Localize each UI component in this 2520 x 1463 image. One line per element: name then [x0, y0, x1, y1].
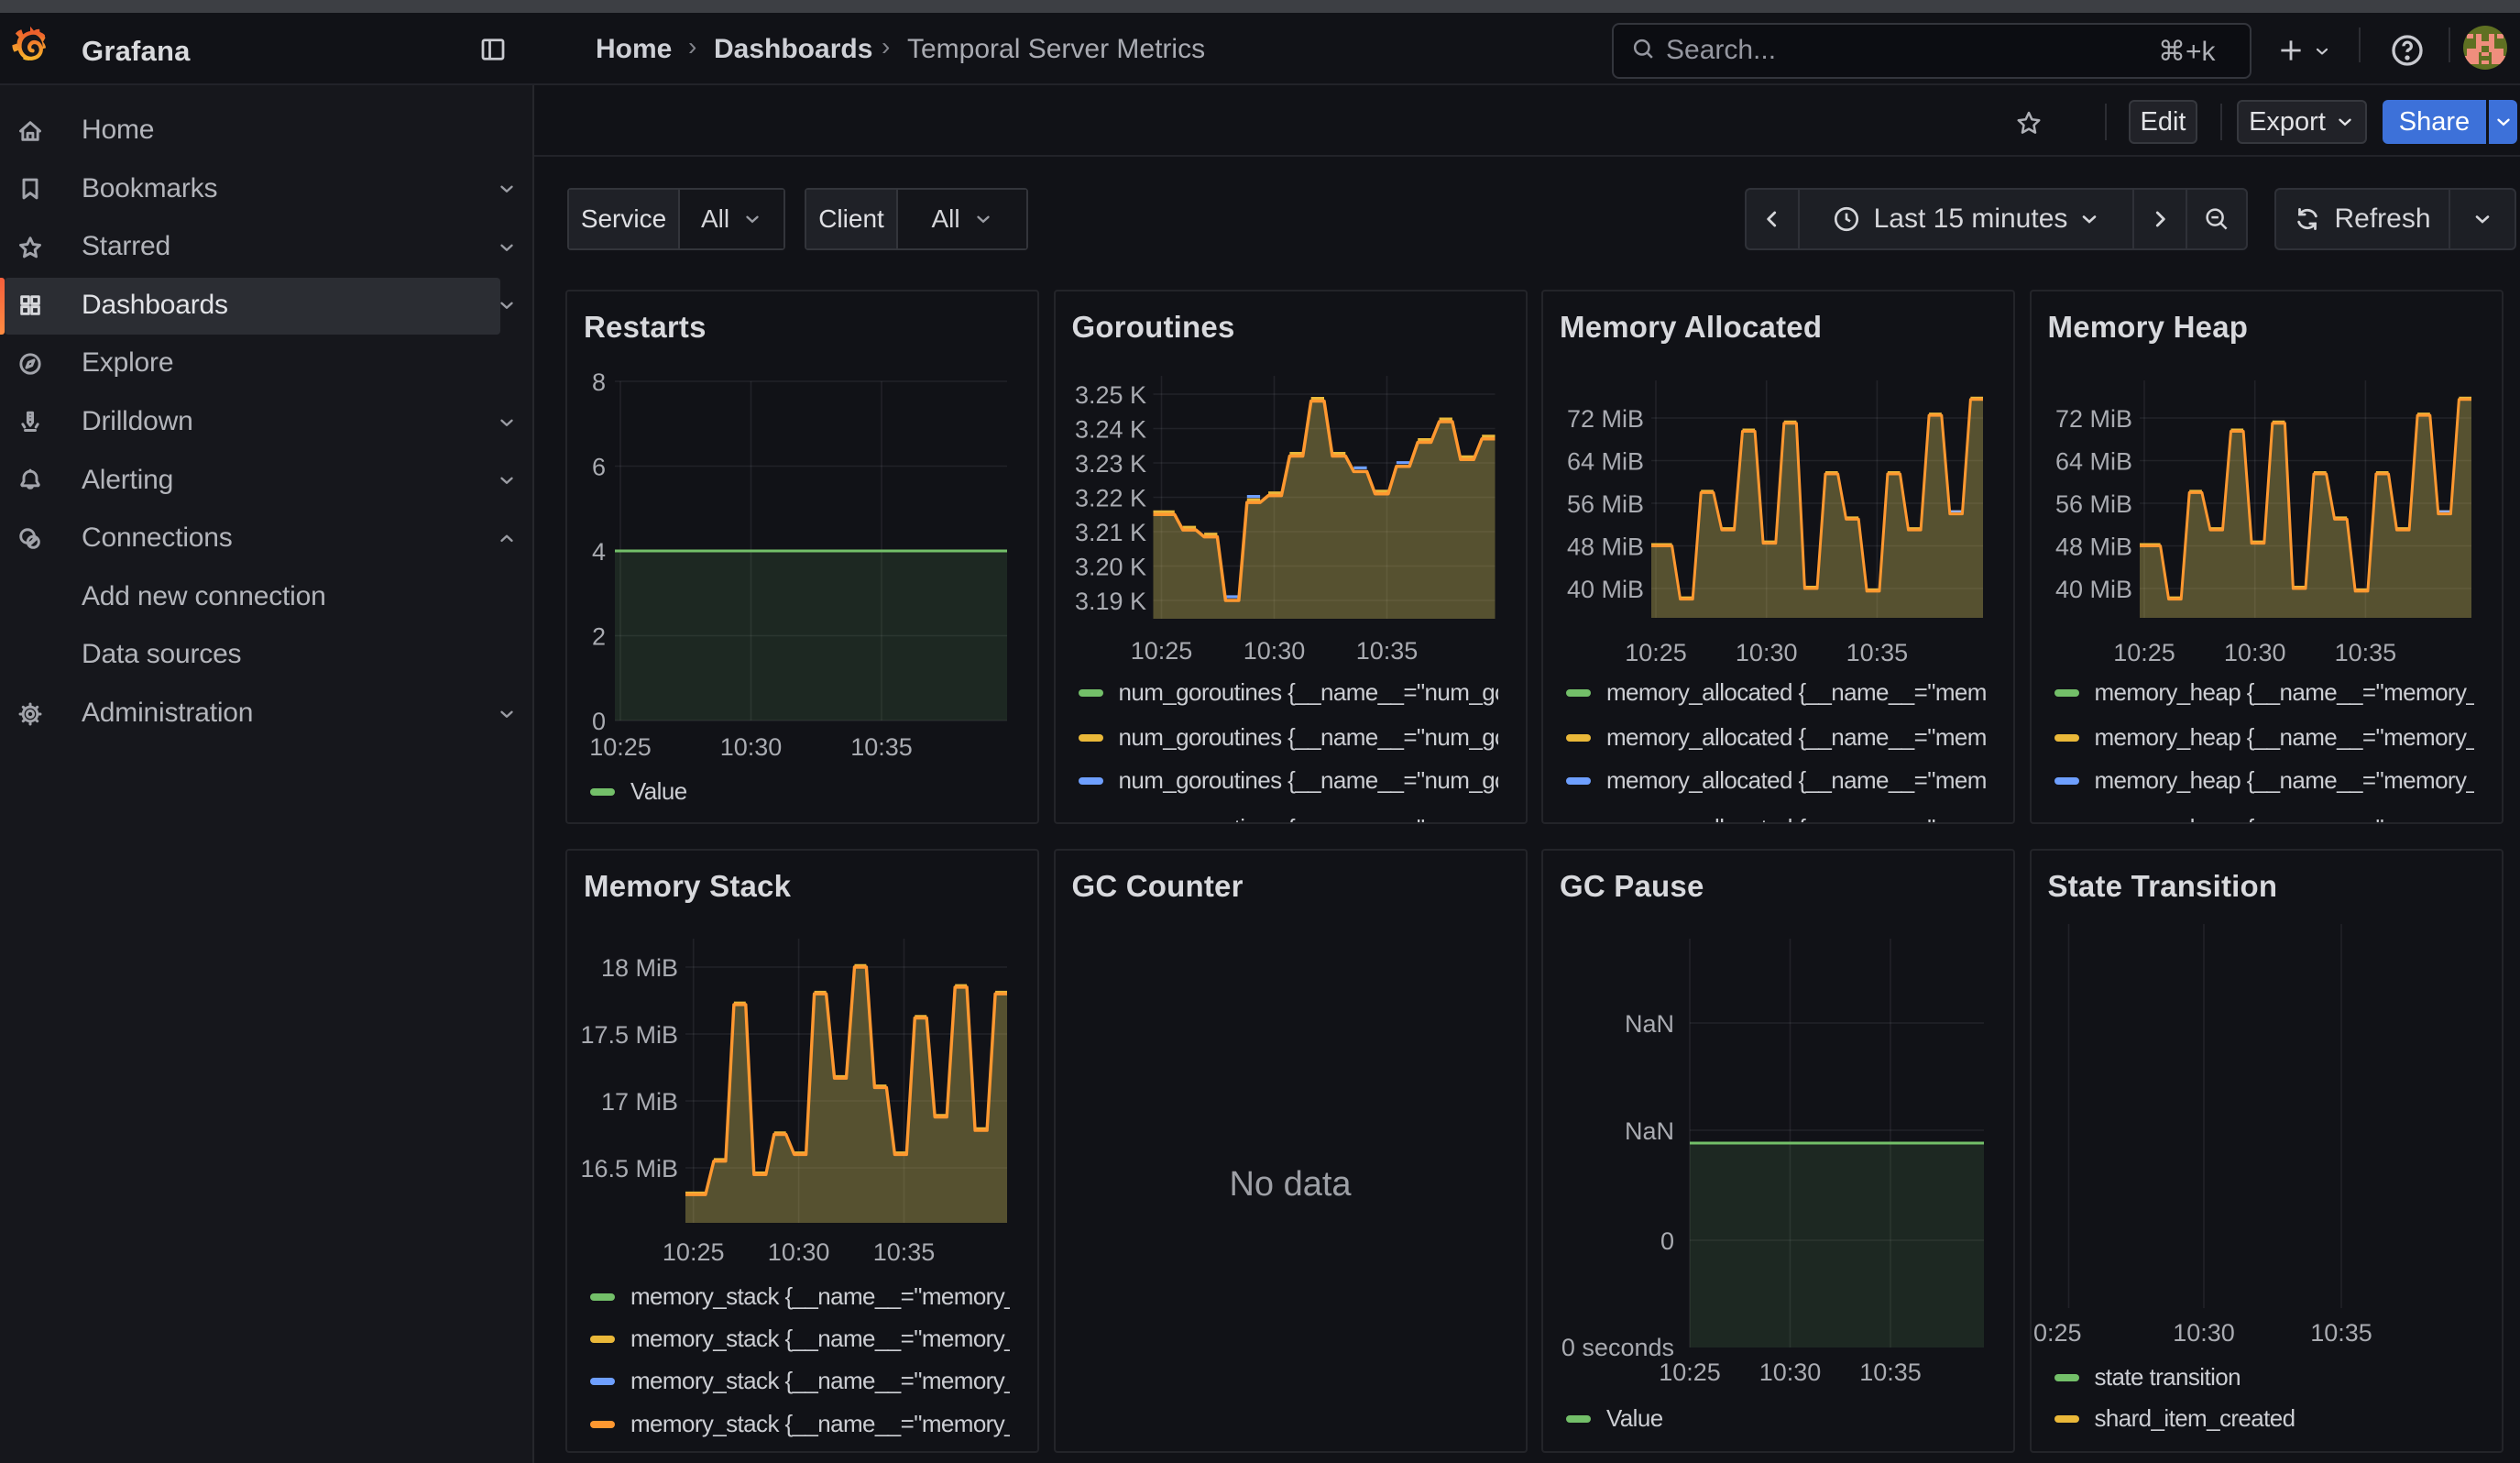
svg-text:10:35: 10:35	[1859, 1358, 1922, 1386]
svg-text:72 MiB: 72 MiB	[2054, 405, 2131, 433]
svg-text:10:35: 10:35	[850, 733, 913, 761]
svg-text:10:30: 10:30	[768, 1238, 830, 1266]
svg-text:3.19 K: 3.19 K	[1074, 588, 1145, 615]
svg-text:40 MiB: 40 MiB	[1567, 576, 1644, 603]
svg-text:64 MiB: 64 MiB	[1567, 448, 1644, 476]
svg-text:10:30: 10:30	[720, 733, 783, 761]
svg-text:10:25: 10:25	[589, 733, 652, 761]
svg-text:NaN: NaN	[1625, 1117, 1674, 1145]
svg-text:10:30: 10:30	[2173, 1319, 2235, 1347]
svg-text:10:25: 10:25	[1659, 1358, 1721, 1386]
svg-text:10:25: 10:25	[1130, 637, 1192, 665]
svg-text:3.23 K: 3.23 K	[1074, 450, 1145, 478]
svg-text:16.5 MiB: 16.5 MiB	[580, 1155, 678, 1182]
svg-text:0: 0	[1660, 1227, 1674, 1255]
svg-text:10:35: 10:35	[1355, 637, 1418, 665]
svg-text:8: 8	[592, 368, 606, 396]
svg-text:10:25: 10:25	[663, 1238, 725, 1266]
svg-text:17 MiB: 17 MiB	[601, 1088, 678, 1116]
svg-text:10:30: 10:30	[2223, 639, 2285, 666]
svg-text:10:35: 10:35	[2334, 639, 2396, 666]
svg-text:48 MiB: 48 MiB	[1567, 534, 1644, 561]
svg-text:0: 0	[592, 708, 606, 735]
svg-text:6: 6	[592, 454, 606, 481]
svg-text:2: 2	[592, 623, 606, 651]
svg-text:18 MiB: 18 MiB	[601, 954, 678, 982]
svg-text:3.24 K: 3.24 K	[1074, 416, 1145, 444]
svg-text:10:35: 10:35	[1846, 639, 1909, 666]
svg-text:64 MiB: 64 MiB	[2054, 448, 2131, 476]
svg-text:10:25: 10:25	[1625, 639, 1687, 666]
svg-text:3.25 K: 3.25 K	[1074, 381, 1145, 409]
svg-text:3.22 K: 3.22 K	[1074, 485, 1145, 512]
svg-text:10:30: 10:30	[1243, 637, 1305, 665]
svg-text:48 MiB: 48 MiB	[2054, 534, 2131, 561]
svg-text:10:35: 10:35	[873, 1238, 936, 1266]
svg-text:10:30: 10:30	[1759, 1358, 1822, 1386]
svg-text:56 MiB: 56 MiB	[2054, 490, 2131, 518]
svg-text:56 MiB: 56 MiB	[1567, 490, 1644, 518]
svg-text:17.5 MiB: 17.5 MiB	[580, 1021, 678, 1049]
svg-text:0 seconds: 0 seconds	[1561, 1334, 1674, 1361]
svg-text:NaN: NaN	[1625, 1010, 1674, 1038]
svg-text:3.20 K: 3.20 K	[1074, 554, 1145, 581]
svg-text:0:25: 0:25	[2033, 1319, 2082, 1347]
svg-text:10:35: 10:35	[2310, 1319, 2372, 1347]
svg-text:4: 4	[592, 538, 606, 566]
svg-text:10:25: 10:25	[2113, 639, 2175, 666]
svg-text:40 MiB: 40 MiB	[2054, 576, 2131, 603]
svg-text:3.21 K: 3.21 K	[1074, 519, 1145, 546]
svg-text:10:30: 10:30	[1736, 639, 1798, 666]
svg-text:72 MiB: 72 MiB	[1567, 405, 1644, 433]
